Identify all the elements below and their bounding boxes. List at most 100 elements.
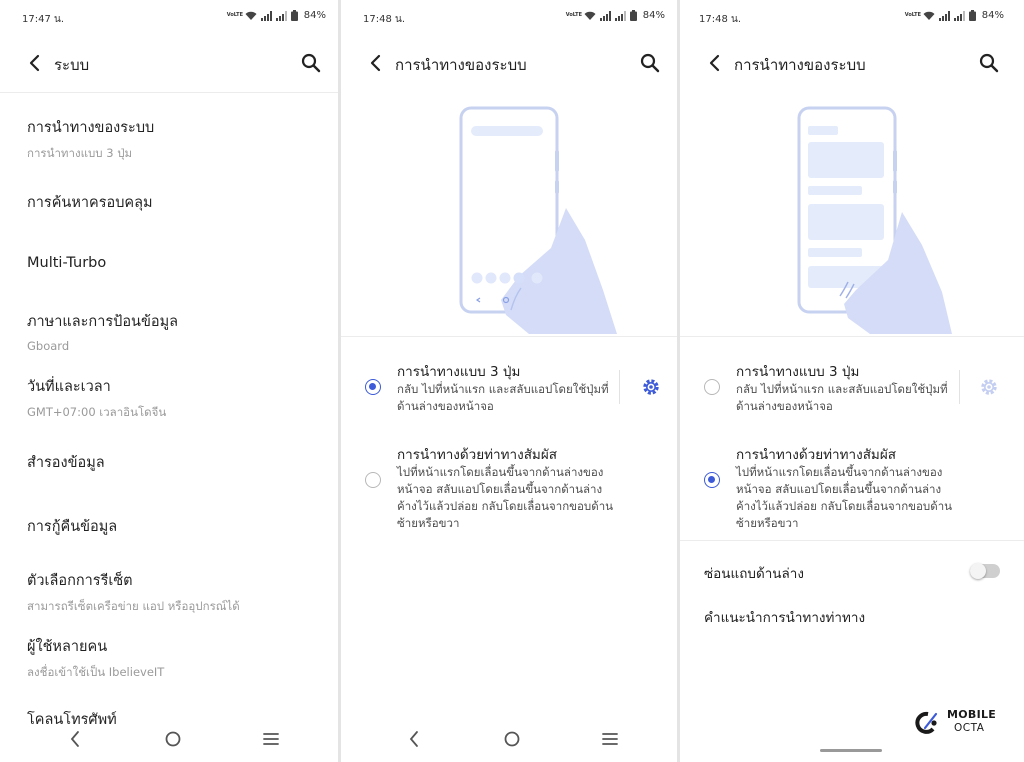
option-title: การนำทางด้วยท่าทางสัมผัส bbox=[397, 447, 557, 463]
watermark-line2: OCTA bbox=[954, 722, 985, 734]
radio-gesture[interactable] bbox=[365, 472, 381, 488]
divider bbox=[680, 336, 1024, 337]
search-icon[interactable] bbox=[639, 52, 661, 74]
battery-icon bbox=[290, 10, 298, 21]
wifi-icon bbox=[923, 11, 935, 20]
radio-gesture[interactable] bbox=[704, 472, 720, 488]
option-title: การนำทางด้วยท่าทางสัมผัส bbox=[736, 447, 896, 463]
settings-item-date-time[interactable]: วันที่และเวลา GMT+07:00 เวลาอินโดจีน bbox=[27, 375, 326, 422]
item-title: ตัวเลือกการรีเซ็ต bbox=[27, 573, 133, 589]
volte-tag: VoLTE bbox=[226, 12, 243, 18]
settings-gear-icon bbox=[981, 379, 997, 395]
hide-bottom-bar-row[interactable]: ซ่อนแถบด้านล่าง bbox=[704, 562, 1004, 584]
item-title: ภาษาและการป้อนข้อมูล bbox=[27, 314, 179, 330]
signal-icon bbox=[614, 10, 626, 21]
settings-item-multiple-users[interactable]: ผู้ใช้หลายคน ลงชื่อเข้าใช้เป็น IbelieveI… bbox=[27, 635, 326, 682]
option-description: กลับ ไปที่หน้าแรก และสลับแอปโดยใช้ปุ่มที… bbox=[736, 382, 948, 413]
status-bar: 17:47 น. VoLTE 84% bbox=[0, 0, 338, 36]
battery-icon bbox=[629, 10, 637, 21]
volte-tag: VoLTE bbox=[904, 12, 921, 18]
item-subtitle: GMT+07:00 เวลาอินโดจีน bbox=[27, 405, 167, 419]
settings-item-system-navigation[interactable]: การนำทางของระบบ การนำทางแบบ 3 ปุ่ม bbox=[27, 116, 326, 163]
divider bbox=[341, 336, 677, 337]
status-icons: VoLTE 84% bbox=[905, 10, 1004, 21]
nav-bar bbox=[341, 724, 677, 754]
back-arrow-icon[interactable] bbox=[704, 52, 726, 74]
signal-icon bbox=[938, 10, 950, 21]
battery-percent: 84% bbox=[303, 10, 326, 21]
item-title: การค้นหาครอบคลุม bbox=[27, 195, 153, 211]
nav-recents-icon[interactable] bbox=[599, 728, 621, 750]
nav-home-icon[interactable] bbox=[162, 728, 184, 750]
gesture-home-bar[interactable] bbox=[820, 749, 882, 752]
item-title: การนำทางของระบบ bbox=[27, 120, 155, 136]
wifi-icon bbox=[584, 11, 596, 20]
system-settings-screen: 17:47 น. VoLTE 84% ระบบ การนำทางของระบบ … bbox=[0, 0, 338, 762]
item-title: Multi-Turbo bbox=[27, 255, 107, 271]
battery-percent: 84% bbox=[642, 10, 665, 21]
divider bbox=[0, 92, 338, 93]
radio-three-button[interactable] bbox=[365, 379, 381, 395]
page-title: การนำทางของระบบ bbox=[395, 56, 527, 74]
hide-bottom-bar-toggle[interactable] bbox=[970, 563, 1000, 579]
nav-back-icon[interactable] bbox=[403, 728, 425, 750]
signal-icon bbox=[260, 10, 272, 21]
search-icon[interactable] bbox=[300, 52, 322, 74]
item-title: การกู้คืนข้อมูล bbox=[27, 519, 118, 535]
nav-back-icon[interactable] bbox=[64, 728, 86, 750]
item-title: ผู้ใช้หลายคน bbox=[27, 639, 108, 655]
status-time: 17:48 น. bbox=[699, 14, 742, 25]
nav-home-icon[interactable] bbox=[501, 728, 523, 750]
watermark-line1: MOBILE bbox=[947, 708, 997, 721]
app-bar: การนำทางของระบบ bbox=[680, 40, 1024, 86]
page-title: การนำทางของระบบ bbox=[734, 56, 866, 74]
settings-item-restore[interactable]: การกู้คืนข้อมูล bbox=[27, 515, 326, 538]
settings-item-language-input[interactable]: ภาษาและการป้อนข้อมูล Gboard bbox=[27, 310, 326, 353]
radio-three-button[interactable] bbox=[704, 379, 720, 395]
option-divider bbox=[959, 370, 960, 404]
app-bar: ระบบ bbox=[0, 40, 338, 86]
nav-recents-icon[interactable] bbox=[260, 728, 282, 750]
settings-gear-icon[interactable] bbox=[642, 378, 660, 396]
option-title: การนำทางแบบ 3 ปุ่ม bbox=[397, 364, 521, 380]
settings-item-backup[interactable]: สำรองข้อมูล bbox=[27, 451, 326, 474]
settings-item-multi-turbo[interactable]: Multi-Turbo bbox=[27, 255, 326, 271]
search-icon[interactable] bbox=[978, 52, 1000, 74]
back-arrow-icon[interactable] bbox=[24, 52, 46, 74]
illustration-svg bbox=[797, 106, 952, 334]
battery-percent: 84% bbox=[981, 10, 1004, 21]
settings-item-reset-options[interactable]: ตัวเลือกการรีเซ็ต สามารถรีเซ็ตเครือข่าย … bbox=[27, 569, 326, 616]
option-description: ไปที่หน้าแรกโดยเลื่อนขึ้นจากด้านล่างของห… bbox=[736, 465, 953, 530]
system-navigation-screen: 17:48 น. VoLTE 84% การนำทางของระบบ การนำ… bbox=[341, 0, 677, 762]
item-title: วันที่และเวลา bbox=[27, 379, 111, 395]
system-navigation-gesture-screen: 17:48 น. VoLTE 84% การนำทางของระบบ การนำ… bbox=[680, 0, 1024, 762]
status-icons: VoLTE 84% bbox=[227, 10, 326, 21]
option-description: กลับ ไปที่หน้าแรก และสลับแอปโดยใช้ปุ่มที… bbox=[397, 382, 609, 413]
back-arrow-icon[interactable] bbox=[365, 52, 387, 74]
hide-bottom-bar-label: ซ่อนแถบด้านล่าง bbox=[704, 566, 804, 582]
gesture-tips-row[interactable]: คำแนะนำการนำทางท่าทาง bbox=[704, 606, 1004, 628]
mobile-octa-logo bbox=[915, 711, 938, 734]
item-title: สำรองข้อมูล bbox=[27, 455, 105, 471]
option-divider bbox=[619, 370, 620, 404]
mobile-octa-watermark: MOBILE OCTA bbox=[912, 706, 1002, 740]
volte-tag: VoLTE bbox=[565, 12, 582, 18]
item-subtitle: Gboard bbox=[27, 339, 70, 353]
option-description: ไปที่หน้าแรกโดยเลื่อนขึ้นจากด้านล่างของห… bbox=[397, 465, 614, 530]
signal-icon bbox=[275, 10, 287, 21]
three-button-navigation-illustration bbox=[341, 100, 677, 336]
illustration-svg bbox=[459, 106, 617, 334]
signal-icon bbox=[953, 10, 965, 21]
nav-bar bbox=[0, 724, 338, 754]
status-time: 17:47 น. bbox=[22, 14, 65, 25]
wifi-icon bbox=[245, 11, 257, 20]
gesture-navigation-illustration bbox=[680, 100, 1024, 336]
settings-item-search-coverage[interactable]: การค้นหาครอบคลุม bbox=[27, 191, 326, 214]
item-subtitle: ลงชื่อเข้าใช้เป็น IbelieveIT bbox=[27, 665, 165, 679]
status-bar: 17:48 น. VoLTE 84% bbox=[680, 0, 1024, 36]
status-time: 17:48 น. bbox=[363, 14, 406, 25]
status-icons: VoLTE 84% bbox=[566, 10, 665, 21]
app-bar: การนำทางของระบบ bbox=[341, 40, 677, 86]
divider bbox=[680, 540, 1024, 541]
gesture-tips-label: คำแนะนำการนำทางท่าทาง bbox=[704, 610, 866, 626]
